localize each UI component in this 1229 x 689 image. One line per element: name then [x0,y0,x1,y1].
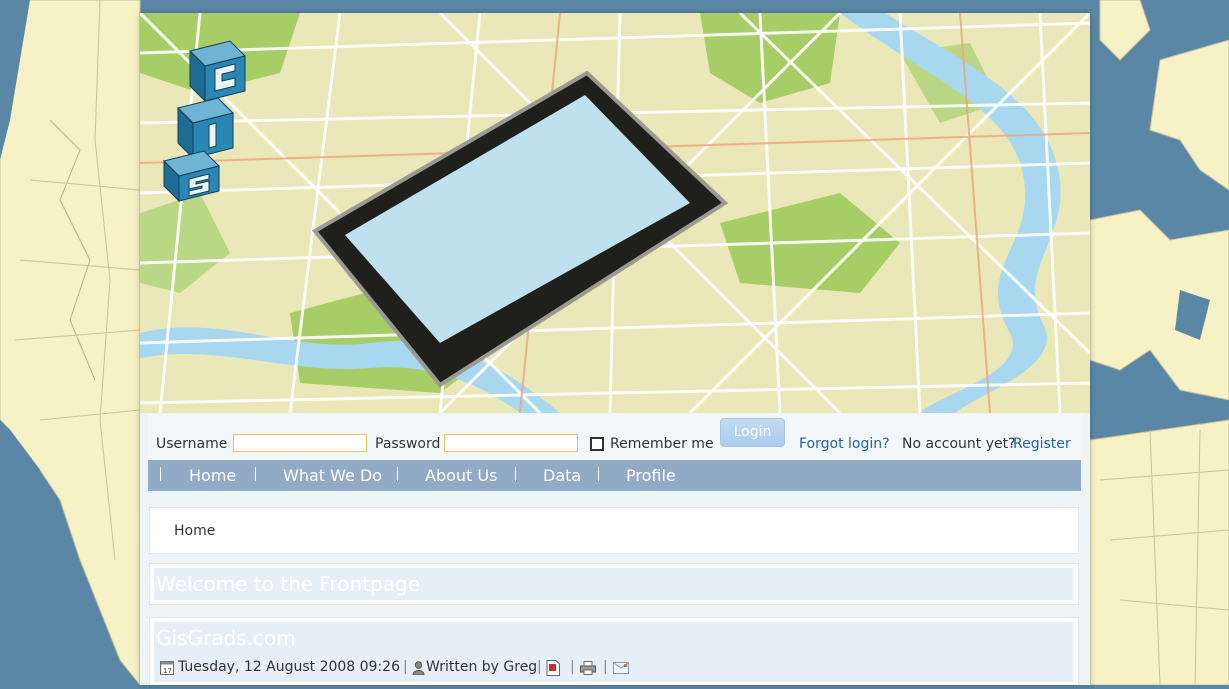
page-container: Username Password Remember me Login Forg… [140,13,1090,685]
nav-separator [598,467,599,481]
nav-item-what-we-do[interactable]: What We Do [283,466,382,485]
page-title: Welcome to the Frontpage [156,572,420,596]
email-icon[interactable] [613,662,629,674]
user-icon [412,661,425,675]
nav-item-data[interactable]: Data [543,466,581,485]
calendar-icon: 17 [160,660,174,675]
svg-text:17: 17 [163,667,172,675]
print-icon[interactable] [580,661,596,675]
meta-separator: | [537,659,542,675]
login-bar: Username Password Remember me Login Forg… [148,414,1082,460]
password-input[interactable] [444,434,578,452]
nav-item-home[interactable]: Home [189,466,236,485]
password-label: Password [375,436,441,452]
welcome-header: Welcome to the Frontpage [154,568,1073,600]
header-banner [140,13,1090,413]
nav-separator [397,467,398,481]
login-button[interactable]: Login [720,418,785,447]
forgot-login-link[interactable]: Forgot login? [799,436,890,452]
meta-separator: | [603,659,608,675]
username-label: Username [156,436,228,452]
meta-separator: | [403,659,408,675]
breadcrumb: Home [149,507,1079,554]
remember-me-checkbox[interactable] [590,437,604,451]
nav-separator [160,467,161,481]
welcome-section: Welcome to the Frontpage [149,563,1079,605]
pdf-icon[interactable] [546,660,560,676]
article-date: Tuesday, 12 August 2008 09:26 [178,659,400,675]
article-title[interactable]: GisGrads.com [156,626,296,650]
nav-separator [515,467,516,481]
nav-item-profile[interactable]: Profile [626,466,676,485]
article-author: Written by Greg [426,659,538,675]
main-nav: Home What We Do About Us Data Profile [148,460,1081,491]
meta-separator: | [570,659,575,675]
nav-item-about-us[interactable]: About Us [425,466,497,485]
register-link[interactable]: Register [1013,436,1071,452]
remember-me-label: Remember me [610,436,714,452]
breadcrumb-current: Home [174,523,216,539]
article-header: GisGrads.com 17 Tuesday, 12 August 2008 … [154,622,1073,682]
article: GisGrads.com 17 Tuesday, 12 August 2008 … [149,617,1079,685]
no-account-text: No account yet? [902,436,1016,452]
nav-separator [255,467,256,481]
username-input[interactable] [233,434,367,452]
